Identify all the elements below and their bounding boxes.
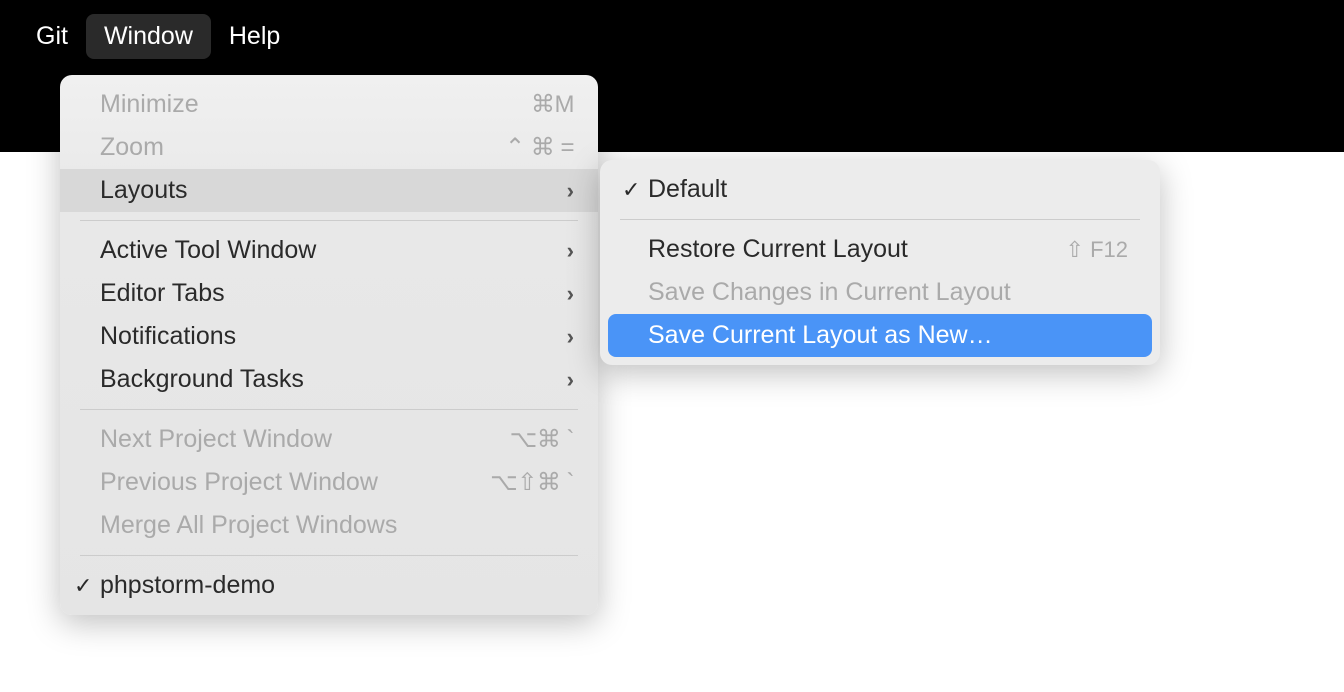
menu-previous-project-window-label: Previous Project Window: [100, 468, 378, 497]
menu-merge-all-windows[interactable]: Merge All Project Windows: [60, 504, 598, 547]
menubar: Git Window Help: [0, 0, 1344, 72]
separator: [80, 555, 578, 556]
chevron-right-icon: ›: [567, 238, 574, 264]
menu-next-project-window-label: Next Project Window: [100, 425, 332, 454]
window-dropdown: Minimize ⌘M Zoom ⌃ ⌘ = Layouts › Active …: [60, 75, 598, 615]
menu-minimize-shortcut: ⌘M: [531, 90, 574, 119]
menu-editor-tabs[interactable]: Editor Tabs ›: [60, 272, 598, 315]
submenu-restore-label: Restore Current Layout: [648, 235, 908, 264]
menu-active-tool-window-label: Active Tool Window: [100, 236, 316, 265]
menu-next-project-window-shortcut: ⌥⌘ `: [510, 425, 574, 454]
layouts-submenu: ✓ Default Restore Current Layout ⇧ F12 S…: [600, 160, 1160, 365]
menu-background-tasks[interactable]: Background Tasks ›: [60, 358, 598, 401]
menu-notifications-label: Notifications: [100, 322, 236, 351]
separator: [80, 220, 578, 221]
menu-window[interactable]: Window: [86, 14, 211, 59]
submenu-save-changes-label: Save Changes in Current Layout: [648, 278, 1011, 307]
menu-minimize[interactable]: Minimize ⌘M: [60, 83, 598, 126]
menu-zoom-shortcut: ⌃ ⌘ =: [505, 133, 574, 162]
menu-previous-project-window-shortcut: ⌥⇧⌘ `: [490, 468, 574, 497]
chevron-right-icon: ›: [567, 281, 574, 307]
menu-zoom[interactable]: Zoom ⌃ ⌘ =: [60, 126, 598, 169]
check-icon: ✓: [74, 573, 92, 599]
submenu-save-new[interactable]: Save Current Layout as New…: [608, 314, 1152, 357]
menu-layouts-label: Layouts: [100, 176, 188, 205]
submenu-save-changes[interactable]: Save Changes in Current Layout: [608, 271, 1152, 314]
menu-phpstorm-demo[interactable]: ✓ phpstorm-demo: [60, 564, 598, 607]
submenu-default[interactable]: ✓ Default: [608, 168, 1152, 211]
menu-git[interactable]: Git: [18, 14, 86, 59]
menu-notifications[interactable]: Notifications ›: [60, 315, 598, 358]
chevron-right-icon: ›: [567, 324, 574, 350]
menu-merge-all-windows-label: Merge All Project Windows: [100, 511, 397, 540]
submenu-save-new-label: Save Current Layout as New…: [648, 321, 993, 350]
submenu-default-label: Default: [648, 175, 727, 204]
menu-help[interactable]: Help: [211, 14, 298, 59]
menu-minimize-label: Minimize: [100, 90, 199, 119]
separator: [80, 409, 578, 410]
menu-zoom-label: Zoom: [100, 133, 164, 162]
separator: [620, 219, 1140, 220]
check-icon: ✓: [622, 177, 640, 203]
chevron-right-icon: ›: [567, 367, 574, 393]
chevron-right-icon: ›: [567, 178, 574, 204]
submenu-restore[interactable]: Restore Current Layout ⇧ F12: [608, 228, 1152, 271]
menu-background-tasks-label: Background Tasks: [100, 365, 304, 394]
menu-previous-project-window[interactable]: Previous Project Window ⌥⇧⌘ `: [60, 461, 598, 504]
menu-phpstorm-demo-label: phpstorm-demo: [100, 571, 275, 600]
menu-editor-tabs-label: Editor Tabs: [100, 279, 225, 308]
menu-active-tool-window[interactable]: Active Tool Window ›: [60, 229, 598, 272]
submenu-restore-shortcut: ⇧ F12: [1066, 237, 1128, 263]
menu-layouts[interactable]: Layouts ›: [60, 169, 598, 212]
menu-next-project-window[interactable]: Next Project Window ⌥⌘ `: [60, 418, 598, 461]
